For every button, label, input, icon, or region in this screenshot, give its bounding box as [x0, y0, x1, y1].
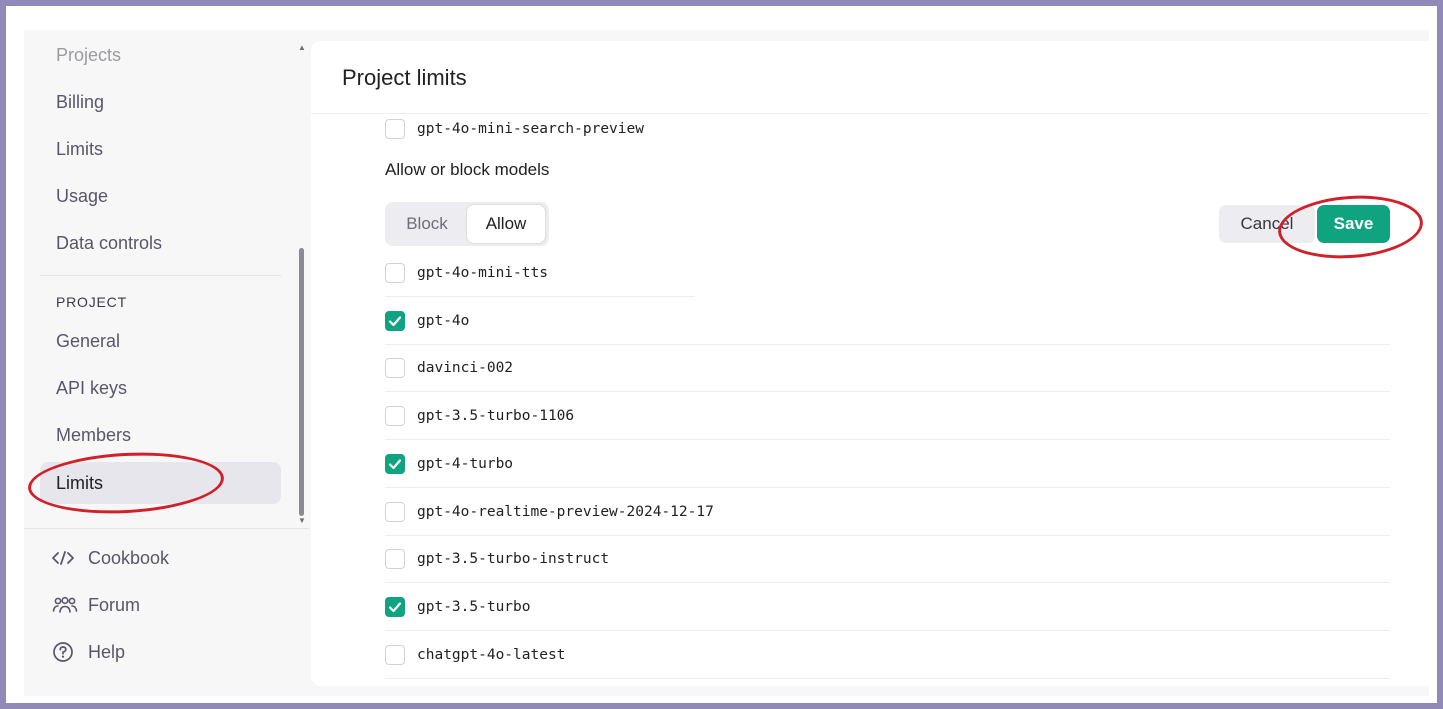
help-label: Help [88, 642, 126, 662]
model-name: gpt-4o-realtime-preview-2024-12-17 [417, 504, 714, 520]
help-circle-icon [52, 637, 78, 667]
model-row[interactable]: gpt-4-turbo [385, 441, 1390, 488]
people-icon [52, 590, 78, 620]
sidebar-divider [40, 275, 281, 276]
model-row[interactable]: davinci-002 [385, 345, 1390, 392]
model-name: gpt-4o [417, 313, 470, 329]
sidebar-scrollbar-thumb[interactable] [299, 248, 304, 516]
check-icon [388, 601, 402, 613]
cookbook-link[interactable]: Cookbook [52, 543, 169, 573]
model-checkbox-checked[interactable] [385, 311, 405, 331]
model-name: gpt-3.5-turbo [417, 599, 531, 615]
model-row[interactable]: chatgpt-4o-latest [385, 632, 1390, 679]
model-checkbox-checked[interactable] [385, 597, 405, 617]
sidebar-section-project: PROJECT [56, 294, 127, 310]
model-row[interactable]: gpt-4o-mini-tts [385, 250, 695, 297]
sidebar-footer-divider [24, 528, 309, 529]
model-name: davinci-002 [417, 360, 514, 376]
sidebar-item-org-limits[interactable]: Limits [40, 128, 281, 170]
model-checkbox[interactable] [385, 263, 405, 283]
sidebar-item-general[interactable]: General [40, 320, 281, 362]
sidebar-item-data-controls[interactable]: Data controls [40, 222, 281, 264]
model-checkbox[interactable] [385, 549, 405, 569]
forum-label: Forum [88, 595, 141, 615]
allow-block-heading: Allow or block models [385, 160, 550, 179]
model-name: gpt-4o-mini-search-preview [417, 120, 644, 137]
model-row[interactable]: gpt-4o-mini-search-preview [385, 105, 1390, 152]
scroll-up-arrow-icon[interactable]: ▲ [298, 44, 306, 52]
model-name: gpt-3.5-turbo-instruct [417, 551, 610, 567]
cancel-button[interactable]: Cancel [1219, 205, 1315, 243]
block-option[interactable]: Block [389, 205, 465, 243]
model-checkbox[interactable] [385, 358, 405, 378]
save-button[interactable]: Save [1317, 205, 1390, 243]
model-checkbox-checked[interactable] [385, 454, 405, 474]
model-row[interactable]: gpt-3.5-turbo-1106 [385, 393, 1390, 440]
model-name: gpt-4o-mini-tts [417, 265, 548, 281]
forum-link[interactable]: Forum [52, 590, 140, 620]
app-window: Projects Billing Limits Usage Data contr… [24, 30, 1429, 696]
help-link[interactable]: Help [52, 637, 125, 667]
screenshot-frame: Projects Billing Limits Usage Data contr… [0, 0, 1443, 709]
model-checkbox[interactable] [385, 502, 405, 522]
model-name: chatgpt-4o-latest [417, 647, 566, 663]
main-panel: Project limits gpt-4o-mini-search-previe… [311, 41, 1429, 686]
allow-option[interactable]: Allow [467, 205, 545, 243]
model-row[interactable]: gpt-4o-realtime-preview-2024-12-17 [385, 489, 1390, 536]
allow-block-toggle: Block Allow [385, 202, 549, 246]
check-icon [388, 458, 402, 470]
model-row[interactable]: gpt-3.5-turbo [385, 584, 1390, 631]
code-icon [52, 543, 78, 573]
page-title: Project limits [342, 65, 467, 90]
model-row[interactable]: gpt-3.5-turbo-instruct [385, 536, 1390, 583]
cookbook-label: Cookbook [88, 548, 170, 568]
model-checkbox[interactable] [385, 118, 405, 139]
model-name: gpt-4-turbo [417, 456, 514, 472]
sidebar-item-api-keys[interactable]: API keys [40, 367, 281, 409]
sidebar: Projects Billing Limits Usage Data contr… [24, 30, 309, 696]
sidebar-item-project-limits[interactable]: Limits [40, 462, 281, 504]
sidebar-item-usage[interactable]: Usage [40, 175, 281, 217]
sidebar-item-billing[interactable]: Billing [40, 81, 281, 123]
scroll-down-arrow-icon[interactable]: ▼ [298, 517, 306, 525]
check-icon [388, 315, 402, 327]
model-row[interactable]: gpt-4o [385, 298, 1390, 345]
model-name: gpt-3.5-turbo-1106 [417, 408, 575, 424]
sidebar-item-members[interactable]: Members [40, 414, 281, 456]
model-checkbox[interactable] [385, 406, 405, 426]
model-checkbox[interactable] [385, 645, 405, 665]
sidebar-item-projects[interactable]: Projects [40, 34, 281, 76]
